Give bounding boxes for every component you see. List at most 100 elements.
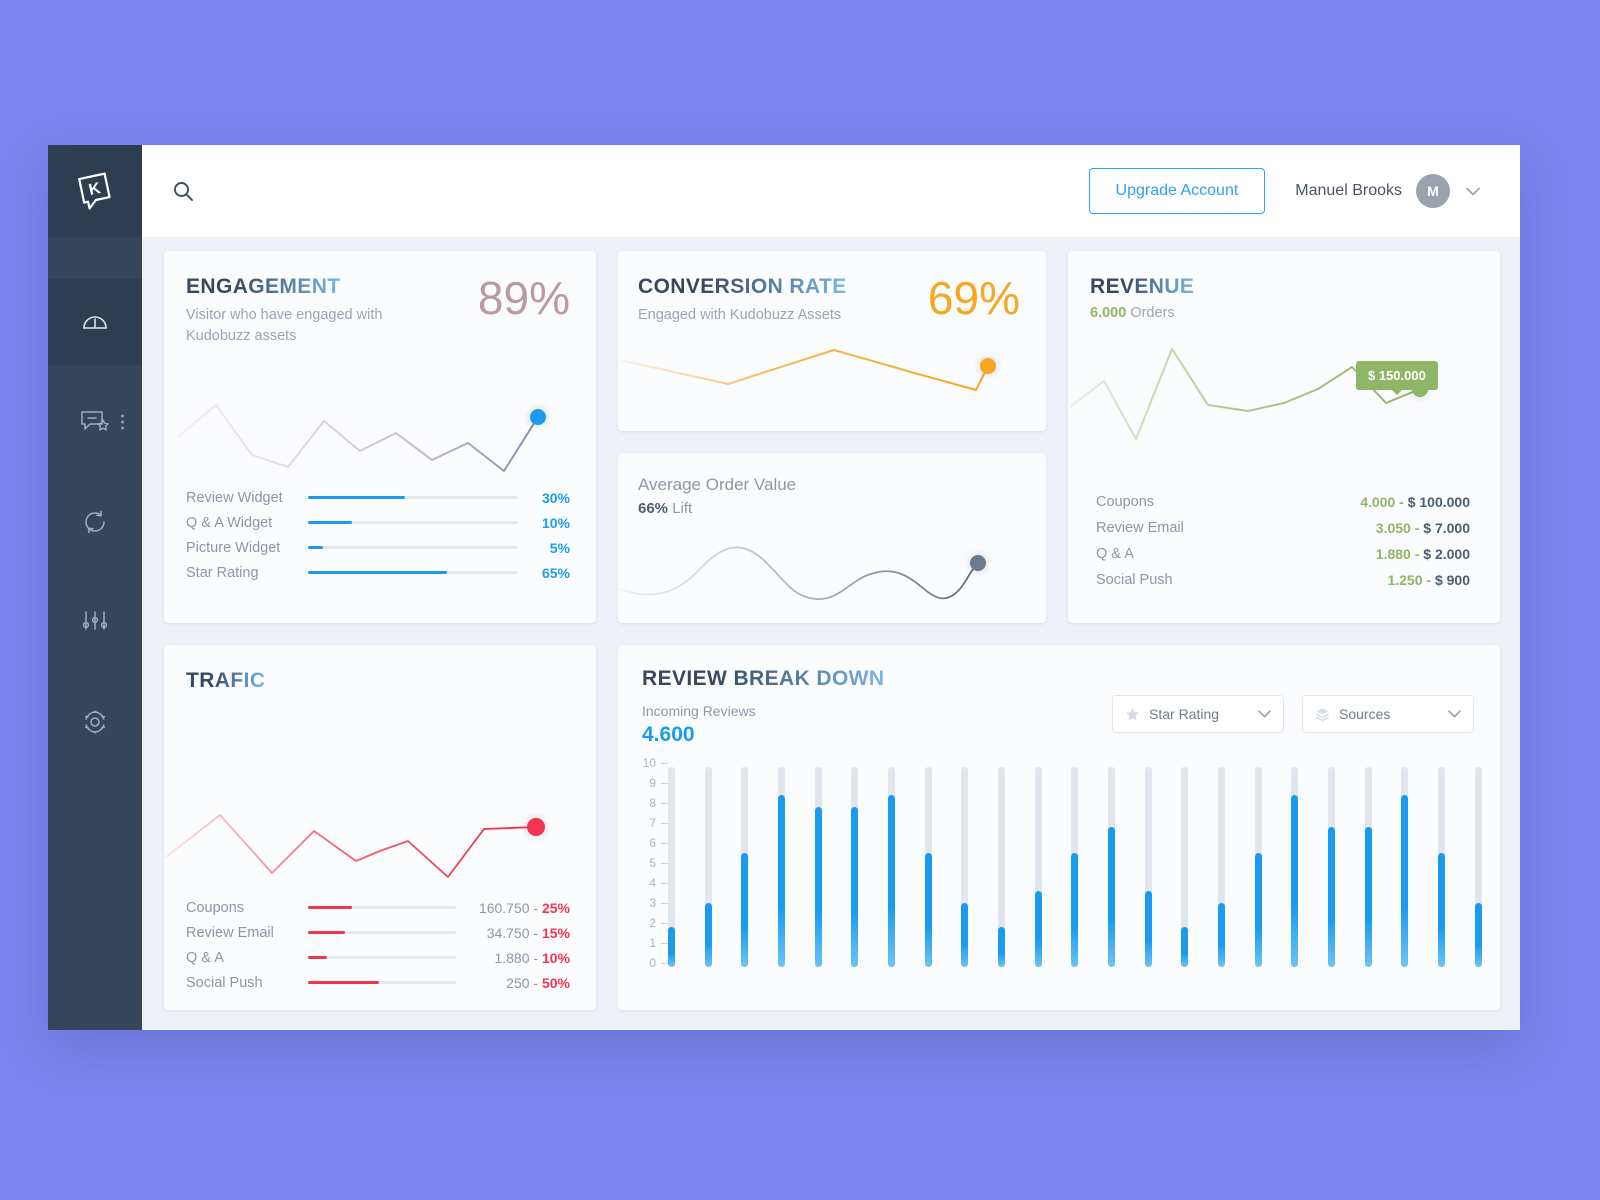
bar-value (851, 807, 859, 967)
progress-track (308, 521, 518, 525)
row-label: Picture Widget (186, 539, 281, 556)
engagement-value: 89% (477, 272, 570, 324)
row-label: Coupons (1096, 494, 1155, 510)
user-menu[interactable]: Manuel Brooks M (1295, 174, 1480, 208)
bar-column[interactable] (1071, 767, 1079, 967)
sidebar-item-settings[interactable] (48, 679, 142, 765)
bar-value (704, 903, 712, 967)
row-value: 4.000 - $ 100.000 (1360, 494, 1470, 510)
row-value: 34.750 - 15% (486, 924, 570, 941)
bar-value (1144, 891, 1152, 967)
bar-column[interactable] (1328, 767, 1336, 967)
conversion-sparkline (619, 349, 996, 392)
search-input[interactable] (208, 182, 528, 200)
row-value: 3.050 - $ 7.000 (1375, 520, 1470, 536)
sidebar-item-reviews[interactable] (48, 379, 142, 465)
layers-icon (1316, 708, 1329, 721)
bar-column[interactable] (778, 767, 786, 967)
search-container[interactable] (172, 180, 1089, 202)
progress-track (308, 496, 518, 500)
chevron-down-icon[interactable] (1258, 710, 1271, 718)
progress-track (308, 571, 518, 575)
bar-column[interactable] (1474, 767, 1482, 967)
chevron-down-icon[interactable] (1466, 187, 1480, 196)
traffic-breakdown-list: Coupons 160.750 - 25% Review Email 34.75… (164, 895, 596, 995)
bar-column[interactable] (1218, 767, 1226, 967)
bar-value (1364, 827, 1372, 967)
bar-column[interactable] (704, 767, 712, 967)
conversion-value: 69% (927, 272, 1020, 324)
row-value: 160.750 - 25% (478, 899, 570, 916)
y-axis-tick: 9 (649, 776, 668, 790)
review-breakdown-card: REVIEW BREAK DOWN Incoming Reviews 4.600… (618, 645, 1500, 1010)
sidebar-item-dashboard[interactable] (48, 279, 142, 365)
bar-column[interactable] (1401, 767, 1409, 967)
row-value: 1.250 - $ 900 (1387, 572, 1470, 588)
bar-value (1108, 827, 1116, 967)
gear-icon (84, 710, 106, 734)
bar-column[interactable] (668, 767, 675, 967)
upgrade-account-button[interactable]: Upgrade Account (1088, 168, 1266, 214)
sidebar-item-controls[interactable] (48, 579, 142, 665)
review-breakdown-title: REVIEW BREAK DOWN (642, 667, 885, 690)
bar-value (1071, 853, 1079, 967)
bar-column[interactable] (924, 767, 932, 967)
bar-column[interactable] (1034, 767, 1042, 967)
progress-track (308, 931, 456, 934)
brand-logo[interactable]: K (48, 145, 142, 237)
bar-column[interactable] (961, 767, 969, 967)
row-bottom: TRAFIC Coupons 160.750 - 25% Review Emai… (164, 645, 1500, 1010)
star-rating-filter[interactable]: Star Rating (1112, 695, 1284, 733)
search-icon[interactable] (172, 180, 194, 202)
y-axis-tick: 5 (649, 856, 668, 870)
list-item: Q & A Widget 10% (186, 510, 570, 535)
bar-value (1254, 853, 1262, 967)
row-label: Q & A (1096, 546, 1134, 562)
bar-column[interactable] (888, 767, 896, 967)
bar-column[interactable] (814, 767, 822, 967)
aov-endpoint-marker (970, 555, 986, 571)
revenue-sparkline (1069, 348, 1428, 440)
bar-column[interactable] (1254, 767, 1262, 967)
bar-column[interactable] (741, 767, 749, 967)
aov-title: Average Order Value (638, 475, 797, 494)
bar-column[interactable] (998, 767, 1006, 967)
row-value: 30% (541, 489, 570, 506)
bar-column[interactable] (1108, 767, 1116, 967)
svg-text:K: K (87, 180, 102, 199)
list-item: Coupons 160.750 - 25% (186, 895, 570, 920)
bar-column[interactable] (1144, 767, 1152, 967)
review-breakdown-chart: 10 9 8 7 6 5 4 3 2 1 0 (618, 747, 1500, 970)
row-label: Social Push (1096, 572, 1173, 588)
sidebar-item-sync[interactable] (48, 479, 142, 565)
bar-value (1291, 795, 1299, 967)
avatar[interactable]: M (1416, 174, 1450, 208)
bar-value (961, 903, 969, 967)
sidebar: K (48, 145, 142, 1030)
filter-label: Star Rating (1149, 706, 1220, 722)
chevron-down-icon[interactable] (1448, 710, 1461, 718)
row-label: Coupons (186, 899, 245, 916)
conversion-endpoint-marker (980, 358, 996, 375)
bar-value (924, 853, 932, 967)
bar-column[interactable] (1181, 767, 1189, 967)
table-row: Coupons 4.000 - $ 100.000 (1096, 489, 1470, 515)
row-value: 1.880 - $ 2.000 (1375, 546, 1470, 562)
bar-column[interactable] (1438, 767, 1446, 967)
aov-lift-label: Lift (672, 500, 693, 517)
row-label: Review Email (1096, 520, 1184, 536)
sources-filter[interactable]: Sources (1302, 695, 1474, 733)
y-axis-tick: 2 (649, 916, 668, 930)
bar-column[interactable] (1291, 767, 1299, 967)
bar-column[interactable] (851, 767, 859, 967)
row-value: 5% (549, 539, 570, 556)
traffic-title: TRAFIC (186, 669, 266, 692)
list-item: Q & A 1.880 - 10% (186, 945, 570, 970)
bar-value (741, 853, 749, 967)
list-item: Picture Widget 5% (186, 535, 570, 560)
bar-value (1034, 891, 1042, 967)
reviews-more-menu-icon[interactable] (121, 414, 124, 430)
sliders-icon (82, 611, 108, 630)
content: ENGAGEMENT Visitor who have engaged with… (142, 237, 1520, 1030)
bar-column[interactable] (1364, 767, 1372, 967)
